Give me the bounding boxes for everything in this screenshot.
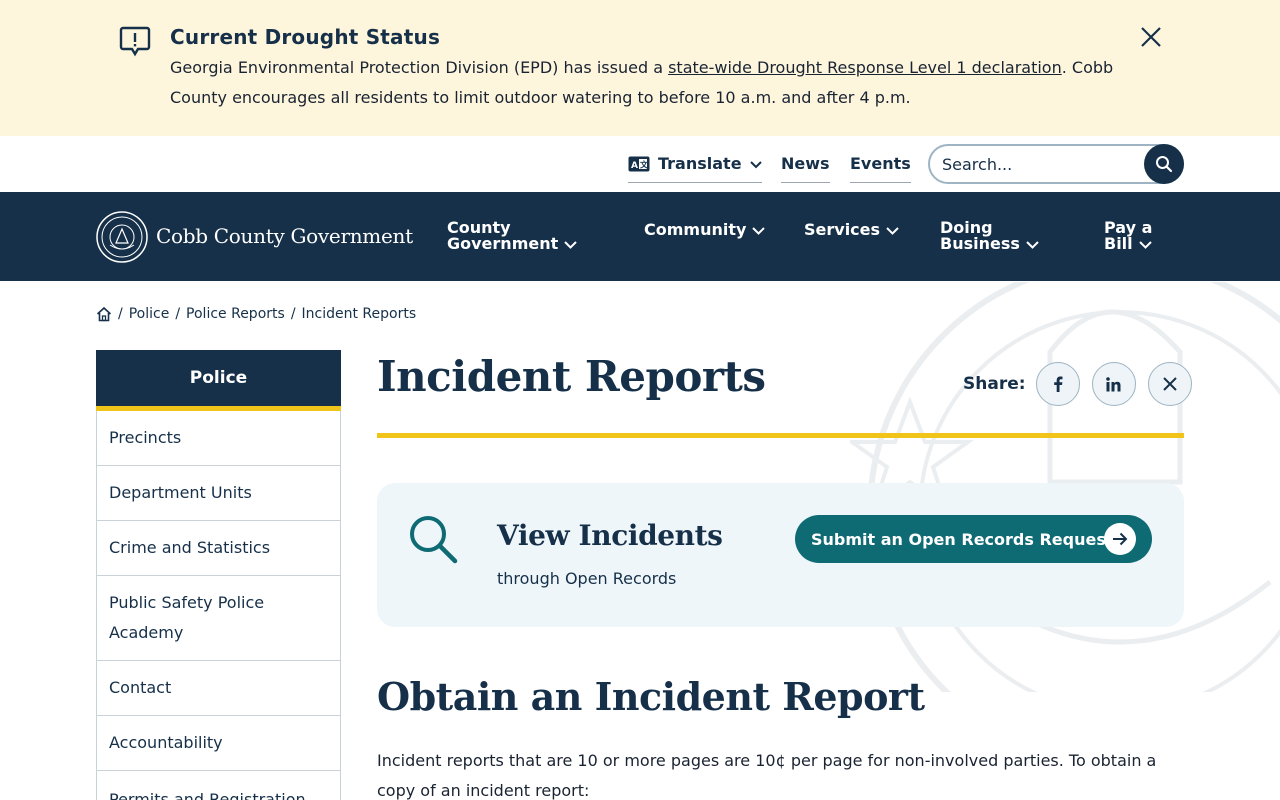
section-heading: Obtain an Incident Report [377,674,925,719]
county-seal-logo[interactable] [96,211,148,263]
share-facebook-button[interactable] [1035,362,1080,406]
nav-label-line2: Government [447,234,559,253]
translate-button[interactable]: A 文 Translate [628,154,762,183]
view-incidents-callout: View Incidents through Open Records Subm… [377,483,1184,627]
close-icon[interactable] [1138,24,1164,50]
home-icon[interactable] [96,306,112,322]
breadcrumb-current: Incident Reports [301,306,417,322]
alert-message-icon [119,26,151,57]
search-input[interactable] [942,152,1138,176]
svg-text:文: 文 [640,160,649,170]
sidebar-item-crime-and-statistics[interactable]: Crime and Statistics [96,521,341,576]
callout-title: View Incidents [497,519,723,552]
x-icon [1162,377,1177,391]
share-bar: Share: [963,362,1192,406]
nav-label-line2: Business [940,234,1020,253]
drought-alert-banner: Current Drought Status Georgia Environme… [0,0,1280,136]
chevron-down-icon [1026,240,1039,249]
nav-doing-business[interactable]: Doing Business [940,220,1039,252]
sidebar-item-public-safety-police-academy[interactable]: Public Safety Police Academy [96,576,341,661]
sidebar-item-accountability[interactable]: Accountability [96,716,341,771]
nav-label-line2: Bill [1104,234,1133,253]
search-icon [410,516,458,564]
drought-declaration-link[interactable]: state-wide Drought Response Level 1 decl… [668,58,1062,77]
nav-label: Services [804,220,881,239]
alert-text: Georgia Environmental Protection Divisio… [170,53,1145,113]
svg-text:A: A [631,161,638,171]
section-sidebar: Police Precincts Department Units Crime … [96,350,341,800]
site-title[interactable]: Cobb County Government [156,224,413,248]
translate-label: Translate [658,154,742,173]
breadcrumb-police[interactable]: Police [129,306,170,322]
sidebar-item-contact[interactable]: Contact [96,661,341,716]
alert-title: Current Drought Status [170,25,441,49]
chevron-down-icon [564,240,577,249]
share-label: Share: [963,374,1026,394]
share-linkedin-button[interactable] [1091,362,1136,406]
utility-bar: A 文 Translate News Events [0,136,1280,192]
events-link[interactable]: Events [850,154,911,183]
nav-community[interactable]: Community [644,220,766,239]
alert-text-before: Georgia Environmental Protection Divisio… [170,58,669,77]
chevron-down-icon [749,161,762,169]
nav-services[interactable]: Services [804,222,899,238]
share-x-button[interactable] [1147,362,1192,406]
main-navigation: Cobb County Government County Government… [0,192,1280,281]
section-body: Incident reports that are 10 or more pag… [377,751,1157,800]
breadcrumb-police-reports[interactable]: Police Reports [186,306,285,322]
nav-pay-a-bill[interactable]: Pay a Bill [1104,220,1152,252]
arrow-right-icon [1104,523,1136,555]
title-divider [377,433,1184,438]
open-records-request-button[interactable]: Submit an Open Records Request [795,515,1152,563]
sidebar-item-precincts[interactable]: Precincts [96,411,341,466]
sidebar-item-permits-and-registration[interactable]: Permits and Registration [96,771,341,800]
search-icon [1156,156,1173,173]
chevron-down-icon [886,226,899,235]
chevron-down-icon [1138,240,1152,249]
translate-icon: A 文 [628,156,650,172]
nav-label: Community [644,220,747,239]
news-link[interactable]: News [781,154,830,183]
callout-subtitle: through Open Records [497,569,677,588]
search-box [928,144,1184,184]
breadcrumb: / Police / Police Reports / Incident Rep… [96,306,416,322]
breadcrumb-separator: / [290,306,296,322]
page-title: Incident Reports [377,352,766,401]
cta-label: Submit an Open Records Request [811,529,1114,549]
nav-county-government[interactable]: County Government [447,220,577,252]
breadcrumb-separator: / [175,306,181,322]
facebook-icon [1053,376,1063,392]
sidebar-heading[interactable]: Police [96,350,341,411]
chevron-down-icon [752,226,766,235]
sidebar-item-department-units[interactable]: Department Units [96,466,341,521]
search-button[interactable] [1144,144,1184,184]
breadcrumb-separator: / [118,306,123,322]
linkedin-icon [1106,376,1121,391]
